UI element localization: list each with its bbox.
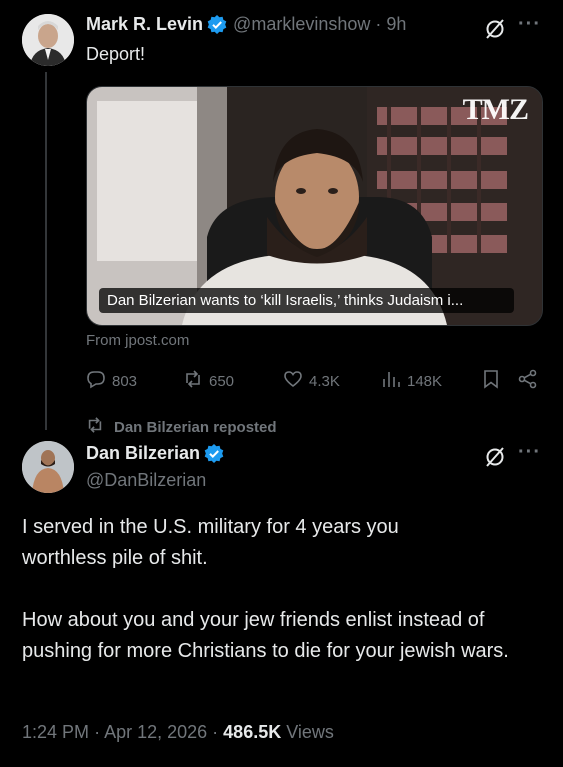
tweet2-views-count: 486.5K: [223, 722, 282, 742]
repost-indicator-icon: [86, 416, 104, 438]
more-options-icon[interactable]: ···: [518, 13, 541, 36]
tweet2-date[interactable]: Apr 12, 2026: [104, 722, 207, 742]
share-icon: [518, 369, 538, 393]
card-source[interactable]: From jpost.com: [86, 332, 189, 349]
avatar-dan-bilzerian[interactable]: [22, 441, 74, 493]
repost-indicator-label: Dan Bilzerian reposted: [114, 418, 277, 436]
tweet1-text: Deport!: [86, 44, 146, 64]
views-button[interactable]: 148K: [381, 369, 442, 393]
like-button[interactable]: 4.3K: [283, 369, 340, 393]
thread-connector: [45, 72, 47, 430]
tweet2-time[interactable]: 1:24 PM: [22, 722, 89, 742]
views-count: 148K: [407, 372, 443, 390]
views-chart-icon: [381, 369, 401, 393]
tweet2-header: Dan Bilzerian: [86, 443, 224, 464]
tmz-watermark: TMZ: [462, 93, 529, 126]
tweet2-paragraph-1: I served in the U.S. military for 4 year…: [22, 516, 399, 569]
tweet1-time[interactable]: 9h: [386, 14, 406, 35]
verified-badge-icon: [207, 14, 227, 35]
verified-badge-icon: [204, 443, 224, 464]
reply-button[interactable]: 803: [86, 369, 137, 393]
tweet1-header: Mark R. Levin @marklevinshow · 9h: [86, 14, 406, 35]
card-caption: Dan Bilzerian wants to ‘kill Israelis,’ …: [99, 288, 514, 313]
reply-count: 803: [112, 372, 138, 390]
more-options-icon[interactable]: ···: [518, 441, 541, 464]
tweet2-author-name[interactable]: Dan Bilzerian: [86, 443, 200, 464]
tweet2-paragraph-2: How about you and your jew friends enlis…: [22, 609, 509, 662]
share-button[interactable]: [518, 369, 538, 393]
tweet2-handle[interactable]: @DanBilzerian: [86, 470, 206, 491]
tweet2-meta: 1:24 PM · Apr 12, 2026 · 486.5K Views: [22, 722, 334, 742]
grok-icon[interactable]: [484, 18, 506, 40]
repost-icon: [183, 369, 203, 393]
bookmark-icon: [481, 369, 501, 393]
tweet1-handle[interactable]: @marklevinshow: [233, 14, 370, 35]
separator-dot: ·: [370, 14, 387, 34]
tweet1-author-name[interactable]: Mark R. Levin: [86, 14, 203, 35]
bookmark-button[interactable]: [481, 369, 501, 393]
heart-icon: [283, 369, 303, 393]
avatar-mark-levin[interactable]: [22, 14, 74, 66]
tweet2-views-label: Views: [286, 722, 334, 742]
tweet2-text: I served in the U.S. military for 4 year…: [22, 512, 542, 667]
like-count: 4.3K: [309, 372, 340, 390]
reply-icon: [86, 369, 106, 393]
link-card-media[interactable]: TMZ Dan Bilzerian wants to ‘kill Israeli…: [86, 86, 543, 326]
grok-icon[interactable]: [484, 446, 506, 468]
repost-button[interactable]: 650: [183, 369, 234, 393]
repost-count: 650: [209, 372, 235, 390]
repost-indicator[interactable]: Dan Bilzerian reposted: [86, 416, 277, 438]
